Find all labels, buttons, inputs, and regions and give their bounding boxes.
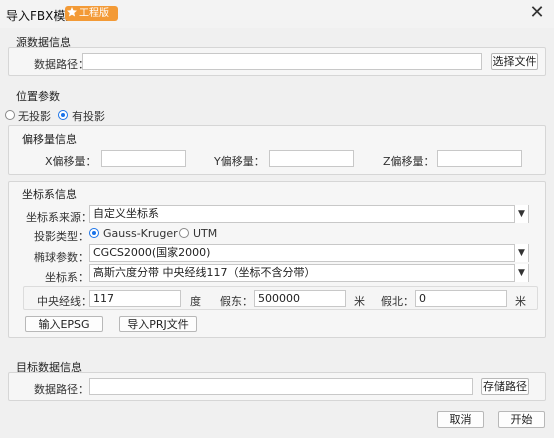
ellipsoid-select[interactable]: CGCS2000(国家2000): [89, 244, 529, 262]
start-button[interactable]: 开始: [498, 411, 545, 428]
no-projection-label[interactable]: 无投影: [18, 108, 51, 124]
meter-unit-east: 米: [354, 295, 365, 308]
coordinate-section-title: 坐标系信息: [22, 188, 77, 201]
ellipsoid-label: 椭球参数：: [34, 251, 89, 264]
cancel-button[interactable]: 取消: [437, 411, 484, 428]
y-offset-label: Y偏移量：: [214, 155, 265, 168]
chevron-down-icon[interactable]: ▼: [514, 205, 528, 223]
false-east-label: 假东：: [220, 295, 253, 308]
utm-radio[interactable]: [179, 228, 189, 238]
coordinate-system-label: 坐标系：: [45, 271, 89, 284]
gauss-kruger-radio[interactable]: [89, 228, 99, 238]
projection-type-label: 投影类型：: [34, 230, 89, 243]
false-north-input[interactable]: 0: [415, 290, 507, 307]
central-meridian-input[interactable]: 117: [89, 290, 181, 307]
coordinate-source-select[interactable]: 自定义坐标系: [89, 205, 529, 223]
badge-icon: [66, 6, 78, 18]
target-path-label: 数据路径：: [34, 383, 89, 396]
false-north-label: 假北：: [381, 295, 414, 308]
source-path-label: 数据路径：: [34, 58, 89, 71]
utm-label[interactable]: UTM: [193, 227, 217, 240]
close-button[interactable]: ✕: [526, 3, 548, 23]
coordinate-system-select[interactable]: 高斯六度分带 中央经线117（坐标不含分带）: [89, 264, 529, 282]
import-prj-button[interactable]: 导入PRJ文件: [119, 316, 197, 332]
input-epsg-button[interactable]: 输入EPSG: [25, 316, 103, 332]
coordinate-system-value: 高斯六度分带 中央经线117（坐标不含分带）: [93, 266, 316, 279]
source-path-input[interactable]: [82, 53, 482, 70]
x-offset-label: X偏移量：: [45, 155, 97, 168]
no-projection-radio[interactable]: [5, 110, 15, 120]
offset-section-title: 偏移量信息: [22, 133, 77, 146]
coordinate-source-value: 自定义坐标系: [93, 207, 159, 220]
ellipsoid-value: CGCS2000(国家2000): [93, 246, 211, 259]
meter-unit-north: 米: [515, 295, 526, 308]
target-path-input[interactable]: [89, 378, 473, 395]
position-section-title: 位置参数: [16, 90, 60, 103]
choose-file-button[interactable]: 选择文件: [491, 53, 538, 70]
has-projection-radio[interactable]: [58, 110, 68, 120]
gauss-kruger-label[interactable]: Gauss-Kruger: [103, 227, 178, 240]
z-offset-input[interactable]: [437, 150, 522, 167]
chevron-down-icon[interactable]: ▼: [514, 244, 528, 262]
x-offset-input[interactable]: [101, 150, 186, 167]
false-east-input[interactable]: 500000: [254, 290, 346, 307]
degree-unit: 度: [190, 295, 201, 308]
chevron-down-icon[interactable]: ▼: [514, 264, 528, 282]
has-projection-label[interactable]: 有投影: [72, 108, 105, 124]
close-icon: ✕: [529, 2, 545, 23]
z-offset-label: Z偏移量：: [383, 155, 435, 168]
y-offset-input[interactable]: [269, 150, 354, 167]
save-path-button[interactable]: 存储路径: [481, 378, 529, 395]
central-meridian-label: 中央经线：: [37, 295, 92, 308]
coordinate-source-label: 坐标系来源：: [26, 211, 92, 224]
